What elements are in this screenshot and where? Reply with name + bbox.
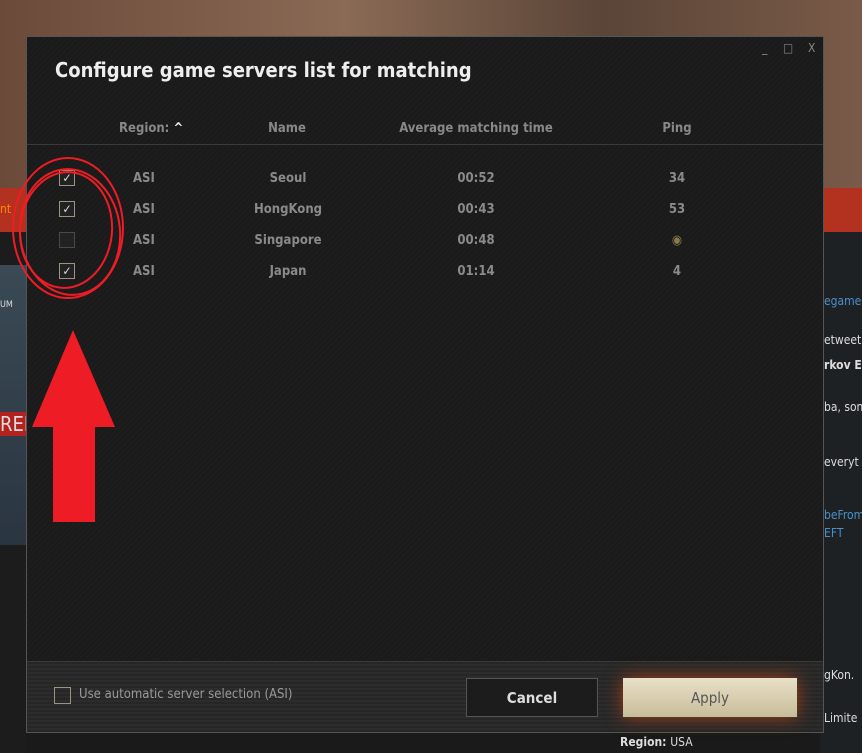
header-ping[interactable]: Ping [662,121,691,136]
apply-button[interactable]: Apply [623,678,797,717]
bg-text: nt [0,202,12,216]
close-icon[interactable]: X [808,41,815,55]
bg-text: gKon. [824,668,855,682]
server-row[interactable]: ASI Singapore 00:48 ◉ [27,229,823,253]
cancel-button[interactable]: Cancel [466,678,598,717]
server-checkbox[interactable]: ✓ [59,170,75,186]
auto-selection-checkbox[interactable] [54,687,71,704]
server-time: 00:48 [457,233,495,248]
dialog-title: Configure game servers list for matching [55,58,472,82]
bg-link[interactable]: EFT [824,526,843,540]
bg-text: Limite [824,711,858,725]
bg-text: UM [0,300,13,310]
bg-text: ba, som [824,400,862,414]
bg-link[interactable]: beFrom [824,508,862,522]
bg-link[interactable]: egame [824,294,861,308]
server-config-dialog: _ □ X Configure game servers list for ma… [26,36,824,733]
server-checkbox[interactable]: ✓ [59,201,75,217]
server-ping: 34 [668,171,686,186]
server-name: Japan [269,264,307,279]
auto-selection-label[interactable]: Use automatic server selection (ASI) [79,687,292,702]
server-time: 00:52 [457,171,495,186]
header-time[interactable]: Average matching time [399,121,553,136]
bg-text: everyt [824,455,859,469]
server-time: 00:43 [457,202,495,217]
server-region: ASI [133,264,155,279]
minimize-icon[interactable]: _ [762,41,767,55]
maximize-icon[interactable]: □ [783,41,793,55]
server-name: HongKong [253,202,323,217]
header-region[interactable]: Region: ^ [119,121,183,136]
server-region: ASI [133,233,155,248]
server-name: Singapore [254,233,322,248]
region-label: Region: USA [620,735,693,749]
server-row[interactable]: ✓ ASI Japan 01:14 4 [27,260,823,284]
loading-spinner-icon: ◉ [671,233,683,248]
server-ping: 53 [668,202,686,217]
server-region: ASI [133,202,155,217]
server-checkbox[interactable] [59,232,75,248]
server-row[interactable]: ✓ ASI HongKong 00:43 53 [27,198,823,222]
server-name: Seoul [269,171,307,186]
server-region: ASI [133,171,155,186]
dialog-footer: Use automatic server selection (ASI) Can… [27,661,823,732]
server-row[interactable]: ✓ ASI Seoul 00:52 34 [27,167,823,191]
server-time: 01:14 [457,264,495,279]
bg-text: rkov E [824,358,862,372]
server-ping: 4 [672,264,682,279]
header-divider [27,144,823,145]
server-checkbox[interactable]: ✓ [59,263,75,279]
bg-text: etweet [824,333,862,347]
chevron-up-icon: ^ [173,121,184,136]
header-name[interactable]: Name [268,121,306,136]
